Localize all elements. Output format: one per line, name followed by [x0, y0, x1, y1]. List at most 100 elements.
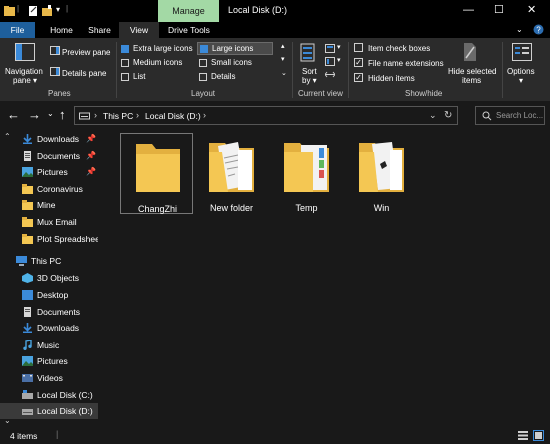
layout-group-label: Layout [191, 89, 216, 98]
desktop-icon [22, 290, 33, 300]
sidebar-item-mine[interactable]: Mine [0, 197, 98, 213]
group-by-dropdown-icon[interactable]: ▾ [337, 43, 341, 51]
hidden-items-label[interactable]: Hidden items [368, 74, 415, 83]
sidebar-item-pictures-pc[interactable]: Pictures [0, 353, 98, 369]
tab-drive-tools[interactable]: Drive Tools [163, 22, 215, 38]
folder-tile-win[interactable]: Win [345, 133, 418, 214]
sidebar-item-this-pc[interactable]: This PC [0, 253, 98, 269]
details-pane-icon [50, 67, 60, 76]
sidebar-item-pictures[interactable]: Pictures [0, 164, 98, 180]
refresh-button[interactable]: ↻ [444, 110, 452, 121]
layout-details[interactable]: Details [199, 70, 273, 83]
tab-home[interactable]: Home [44, 22, 79, 38]
sidebar-item-desktop[interactable]: Desktop [0, 287, 98, 303]
breadcrumb-separator[interactable]: › [203, 110, 206, 120]
folder-tile-new-folder[interactable]: New folder [195, 133, 268, 214]
hide-selected-items-label-line2[interactable]: items [462, 76, 481, 85]
file-name-extensions-checkbox[interactable]: ✓ [354, 58, 363, 67]
add-columns-icon[interactable] [325, 57, 335, 66]
sidebar-item-documents-pc[interactable]: Documents [0, 304, 98, 320]
item-check-boxes-label[interactable]: Item check boxes [368, 44, 430, 53]
back-button[interactable]: ← [7, 107, 20, 122]
layout-list[interactable]: List [121, 70, 195, 83]
properties-icon[interactable] [28, 5, 39, 17]
breadcrumb-local-disk-d[interactable]: Local Disk (D:) [145, 111, 201, 121]
sort-by-label-line2[interactable]: by ▾ [302, 76, 317, 85]
folder-icon [4, 6, 15, 16]
sidebar-item-plot-spreadsheet[interactable]: Plot Spreadshee [0, 231, 98, 247]
folder-with-documents-icon [359, 142, 404, 192]
title-bar: | ▾ | Manage Local Disk (D:) — ☐ ✕ [0, 0, 550, 22]
scroll-down-arrow[interactable]: ⌄ [4, 416, 11, 425]
folder-name: ChangZhi [137, 204, 178, 214]
options-icon[interactable] [512, 43, 532, 61]
layout-scroll-down-icon[interactable]: ▾ [281, 55, 285, 63]
sidebar-item-local-disk-c[interactable]: Local Disk (C:) [0, 387, 98, 403]
navigation-pane-label[interactable]: Navigation [5, 67, 43, 76]
sort-by-icon[interactable] [299, 43, 317, 63]
forward-button[interactable]: → [28, 107, 41, 122]
sidebar-item-3d-objects[interactable]: 3D Objects [0, 270, 98, 286]
layout-item-label: Large icons [212, 44, 254, 53]
details-view-toggle-icon[interactable] [518, 431, 528, 440]
group-by-icon[interactable] [325, 44, 335, 53]
folder-tile-temp[interactable]: Temp [270, 133, 343, 214]
manage-tab[interactable]: Manage [158, 0, 219, 22]
documents-icon [22, 307, 33, 317]
large-icons-view-toggle-icon[interactable] [533, 430, 544, 441]
folder-tile-changzhi[interactable]: ChangZhi [120, 133, 193, 214]
layout-medium-icons[interactable]: Medium icons [121, 56, 195, 69]
breadcrumb-this-pc[interactable]: This PC [103, 111, 133, 121]
drive-icon [22, 406, 33, 416]
up-button[interactable]: ↑ [59, 107, 66, 122]
minimize-button[interactable]: — [463, 4, 474, 16]
layout-scroll-up-icon[interactable]: ▴ [281, 42, 285, 50]
tab-view[interactable]: View [119, 22, 159, 38]
hide-selected-items-icon[interactable] [462, 42, 478, 62]
ribbon-collapse-icon[interactable]: ⌄ [516, 25, 523, 34]
layout-large-icons[interactable]: Large icons [197, 42, 273, 55]
options-button[interactable]: Options [507, 67, 535, 76]
folder-with-documents-icon [209, 142, 254, 192]
folder-icon [22, 200, 33, 210]
search-input[interactable]: Search Loc... [475, 106, 545, 125]
sidebar-item-local-disk-d[interactable]: Local Disk (D:) [0, 403, 98, 419]
maximize-button[interactable]: ☐ [494, 3, 504, 16]
hide-selected-items-label[interactable]: Hide selected [448, 67, 496, 76]
sidebar-item-videos[interactable]: Videos [0, 370, 98, 386]
layout-more-icon[interactable]: ⌄ [281, 69, 287, 77]
file-name-extensions-label[interactable]: File name extensions [368, 59, 444, 68]
sidebar-item-music[interactable]: Music [0, 337, 98, 353]
layout-small-icons[interactable]: Small icons [199, 56, 273, 69]
options-dropdown[interactable]: ▾ [519, 76, 523, 85]
item-check-boxes-checkbox[interactable] [354, 43, 363, 52]
details-pane-button[interactable]: Details pane [62, 69, 106, 78]
preview-pane-button[interactable]: Preview pane [62, 48, 110, 57]
help-icon[interactable]: ? [533, 24, 544, 37]
address-bar[interactable]: › This PC › Local Disk (D:) › ⌄ ↻ [74, 106, 458, 125]
hidden-items-checkbox[interactable]: ✓ [354, 73, 363, 82]
sidebar-item-label: Documents [37, 151, 80, 161]
new-folder-icon[interactable] [42, 5, 53, 17]
close-button[interactable]: ✕ [527, 3, 536, 16]
navigation-pane-icon[interactable] [15, 43, 35, 61]
sidebar-item-documents[interactable]: Documents [0, 148, 98, 164]
quick-access-dropdown-icon[interactable]: ▾ [56, 5, 60, 14]
sidebar-item-mux-email[interactable]: Mux Email [0, 214, 98, 230]
breadcrumb-separator[interactable]: › [136, 110, 139, 120]
folder-name: Win [373, 203, 390, 213]
tab-share[interactable]: Share [82, 22, 117, 38]
layout-extra-large-icons[interactable]: Extra large icons [121, 42, 195, 55]
navigation-pane-label-line2[interactable]: pane ▾ [13, 76, 37, 85]
address-history-dropdown[interactable]: ⌄ [429, 110, 437, 121]
size-columns-icon[interactable] [325, 70, 335, 79]
add-columns-dropdown-icon[interactable]: ▾ [337, 56, 341, 64]
recent-locations-icon[interactable]: ⌄ [47, 109, 54, 118]
tab-file[interactable]: File [0, 22, 35, 38]
sidebar-item-downloads-pc[interactable]: Downloads [0, 320, 98, 336]
current-view-group-label: Current view [298, 89, 343, 98]
sidebar-item-coronavirus[interactable]: Coronavirus [0, 181, 98, 197]
sidebar-item-downloads[interactable]: Downloads [0, 131, 98, 147]
sort-by-label[interactable]: Sort [302, 67, 317, 76]
breadcrumb-separator[interactable]: › [94, 110, 97, 120]
